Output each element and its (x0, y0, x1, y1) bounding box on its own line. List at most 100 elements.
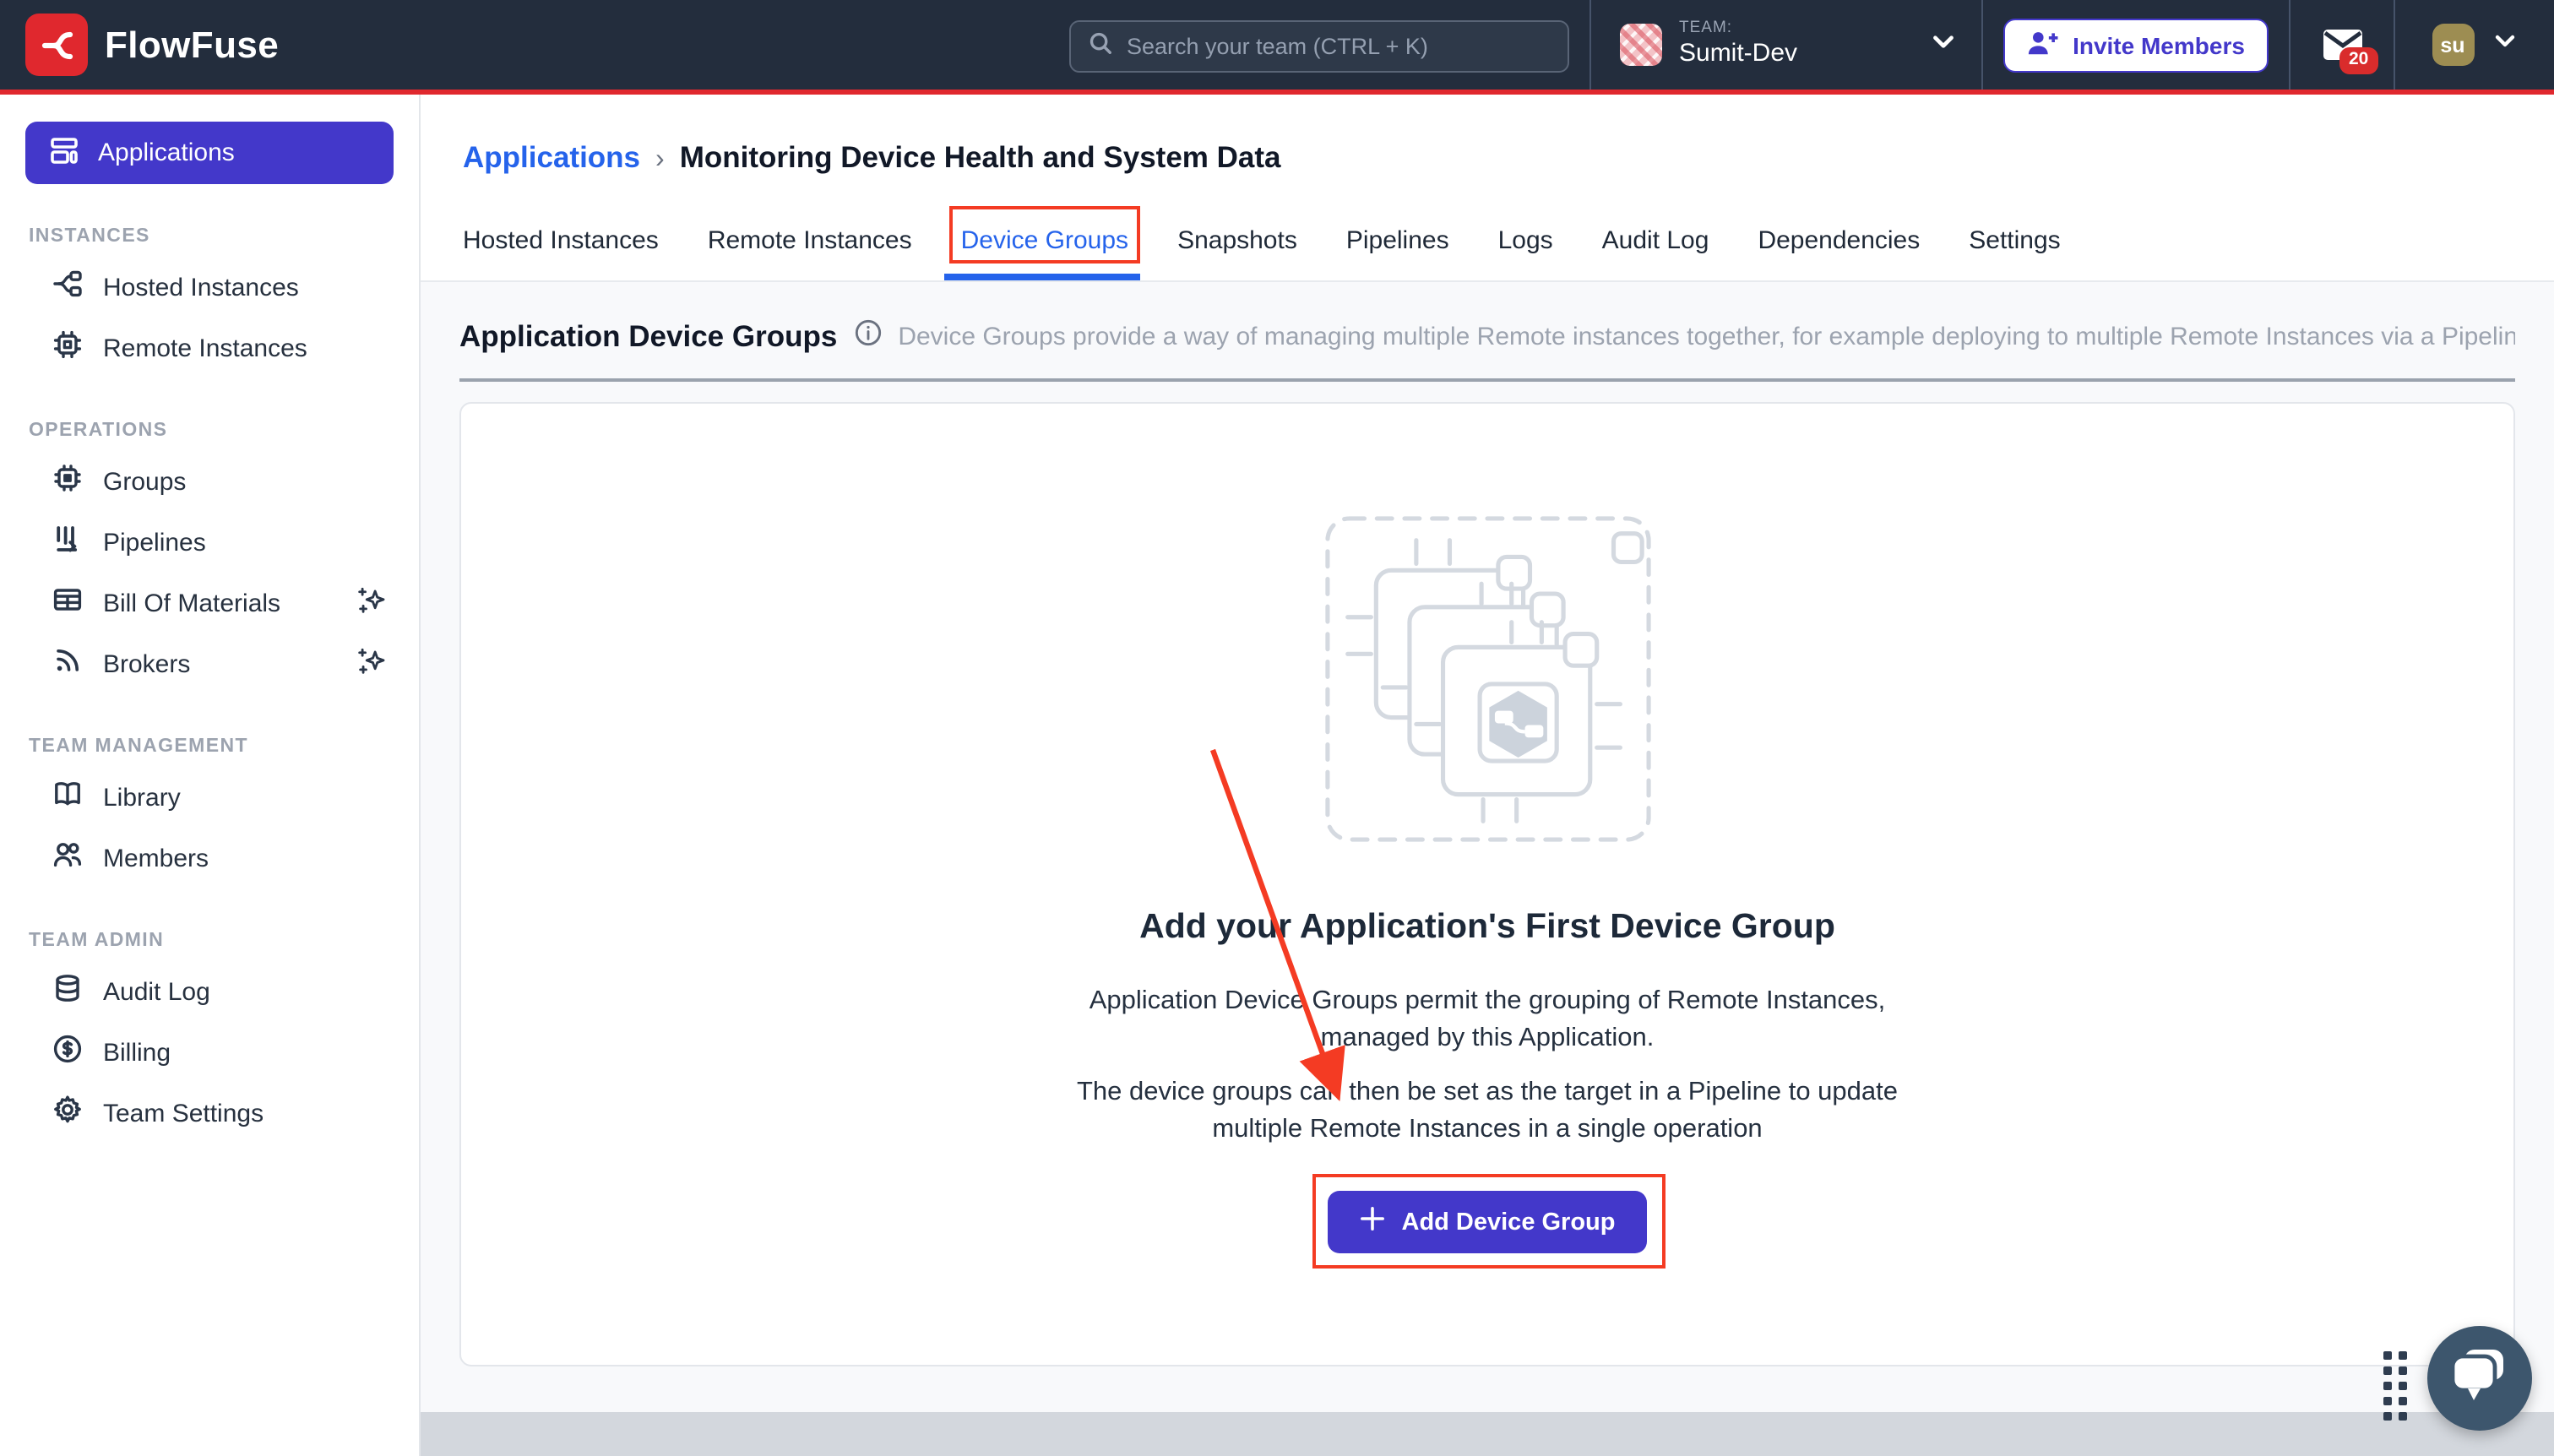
user-menu[interactable]: su (2395, 0, 2554, 90)
invite-members-label: Invite Members (2073, 31, 2245, 58)
drag-handle-icon[interactable] (2383, 1351, 2407, 1429)
sidebar-item-billing[interactable]: Billing (0, 1022, 419, 1083)
sidebar-item-remote-instances[interactable]: Remote Instances (0, 318, 419, 378)
user-plus-icon (2027, 28, 2059, 62)
tab-dependencies[interactable]: Dependencies (1758, 226, 1920, 257)
sidebar-item-brokers[interactable]: Brokers (0, 633, 419, 694)
breadcrumb-applications-link[interactable]: Applications (463, 140, 640, 176)
sidebar-item-label: Hosted Instances (103, 273, 299, 302)
sidebar-section-team-management: TEAM MANAGEMENT (29, 736, 419, 757)
empty-state-heading: Add your Application's First Device Grou… (1139, 907, 1835, 948)
tab-settings[interactable]: Settings (1969, 226, 2060, 257)
info-icon[interactable] (852, 318, 883, 356)
chevron-down-icon (2491, 27, 2518, 62)
device-groups-panel: Application Device Groups Device Groups … (421, 280, 2554, 1412)
sidebar-item-bill-of-materials[interactable]: Bill Of Materials (0, 573, 419, 633)
sidebar-item-groups[interactable]: Groups (0, 451, 419, 512)
sparkles-icon (355, 584, 387, 622)
hosted-instances-icon (51, 267, 84, 307)
empty-state-card: Add your Application's First Device Grou… (459, 402, 2515, 1366)
search-icon (1088, 30, 1113, 63)
sidebar-item-label: Groups (103, 467, 186, 496)
brand-name: FlowFuse (105, 23, 279, 67)
sidebar-item-team-settings[interactable]: Team Settings (0, 1083, 419, 1144)
tab-audit-log[interactable]: Audit Log (1602, 226, 1709, 257)
tab-hosted-instances[interactable]: Hosted Instances (463, 226, 659, 257)
chevron-down-icon (1929, 26, 1958, 63)
invite-members-button[interactable]: Invite Members (2003, 18, 2269, 72)
sidebar-item-label: Audit Log (103, 977, 210, 1006)
empty-state-text-1: Application Device Groups permit the gro… (1040, 983, 1935, 1056)
library-icon (51, 777, 84, 818)
audit-log-icon (51, 971, 84, 1012)
breadcrumb-separator: › (655, 145, 665, 176)
sidebar-section-team-admin: TEAM ADMIN (29, 931, 419, 951)
team-avatar (1620, 24, 1662, 66)
search-input[interactable] (1127, 34, 1551, 59)
page-header: Applications › Monitoring Device Health … (421, 95, 2554, 280)
members-icon (51, 838, 84, 878)
notification-count-badge: 20 (2339, 47, 2378, 73)
sidebar-item-applications[interactable]: Applications (25, 122, 394, 184)
billing-icon (51, 1032, 84, 1073)
chat-widget-button[interactable] (2427, 1326, 2532, 1431)
bill-of-materials-icon (51, 583, 84, 623)
tab-device-groups[interactable]: Device Groups (961, 226, 1128, 257)
gear-icon (51, 1093, 84, 1133)
sidebar-item-label: Brokers (103, 649, 190, 678)
brokers-icon (51, 644, 84, 684)
brand-link[interactable]: FlowFuse (25, 14, 279, 76)
sidebar-item-label: Library (103, 783, 181, 812)
sidebar-item-library[interactable]: Library (0, 767, 419, 828)
flowfuse-app: FlowFuse TEAM: Sumit-Dev (0, 0, 2554, 1456)
sidebar-item-label: Bill Of Materials (103, 589, 280, 617)
section-description: Device Groups provide a way of managing … (898, 323, 2515, 351)
mail-icon: 20 (2322, 29, 2362, 61)
add-device-group-label: Add Device Group (1402, 1209, 1616, 1236)
section-title: Application Device Groups (459, 319, 837, 355)
main-content: Applications › Monitoring Device Health … (421, 95, 2554, 1456)
sparkles-icon (355, 644, 387, 683)
sidebar-section-operations: OPERATIONS (29, 421, 419, 441)
navbar-right: TEAM: Sumit-Dev (1589, 0, 2554, 90)
add-device-group-button[interactable]: Add Device Group (1328, 1191, 1648, 1253)
tab-remote-instances[interactable]: Remote Instances (708, 226, 912, 257)
sidebar-item-hosted-instances[interactable]: Hosted Instances (0, 257, 419, 318)
plus-icon (1360, 1206, 1385, 1238)
tab-snapshots[interactable]: Snapshots (1177, 226, 1297, 257)
flowfuse-logo-icon (25, 14, 88, 76)
sidebar-item-pipelines[interactable]: Pipelines (0, 512, 419, 573)
sidebar-item-label: Applications (98, 139, 235, 167)
sidebar-item-label: Pipelines (103, 528, 206, 557)
top-navbar: FlowFuse TEAM: Sumit-Dev (0, 0, 2554, 95)
team-search[interactable] (1069, 20, 1569, 73)
section-divider (459, 378, 2515, 382)
active-tab-underline (944, 274, 1140, 280)
sidebar-item-label: Team Settings (103, 1099, 264, 1127)
team-selector[interactable]: TEAM: Sumit-Dev (1591, 0, 1981, 90)
sidebar: Applications INSTANCES Hosted Instances (0, 95, 421, 1456)
annotation-highlight-box (949, 206, 1140, 263)
application-tabs: Hosted Instances Remote Instances Device… (463, 226, 2061, 257)
team-label: TEAM: (1679, 21, 1797, 40)
device-group-illustration (1320, 512, 1655, 846)
sidebar-item-audit-log[interactable]: Audit Log (0, 961, 419, 1022)
tab-logs[interactable]: Logs (1498, 226, 1553, 257)
sidebar-item-members[interactable]: Members (0, 828, 419, 888)
sidebar-item-label: Remote Instances (103, 334, 307, 362)
sidebar-item-label: Members (103, 844, 209, 872)
applications-icon (47, 133, 81, 173)
page-title: Monitoring Device Health and System Data (680, 140, 1281, 176)
empty-state-text-2: The device groups can then be set as the… (1040, 1074, 1935, 1147)
notifications-button[interactable]: 20 (2290, 0, 2394, 90)
team-name: Sumit-Dev (1679, 40, 1797, 69)
chat-bubble-icon (2451, 1350, 2508, 1407)
tab-pipelines[interactable]: Pipelines (1346, 226, 1449, 257)
breadcrumb: Applications › Monitoring Device Health … (463, 140, 1281, 176)
user-avatar: su (2432, 24, 2474, 66)
sidebar-section-instances: INSTANCES (29, 226, 419, 247)
pipelines-icon (51, 522, 84, 562)
groups-icon (51, 461, 84, 502)
sidebar-item-label: Billing (103, 1038, 171, 1067)
footer-strip (421, 1412, 2554, 1456)
